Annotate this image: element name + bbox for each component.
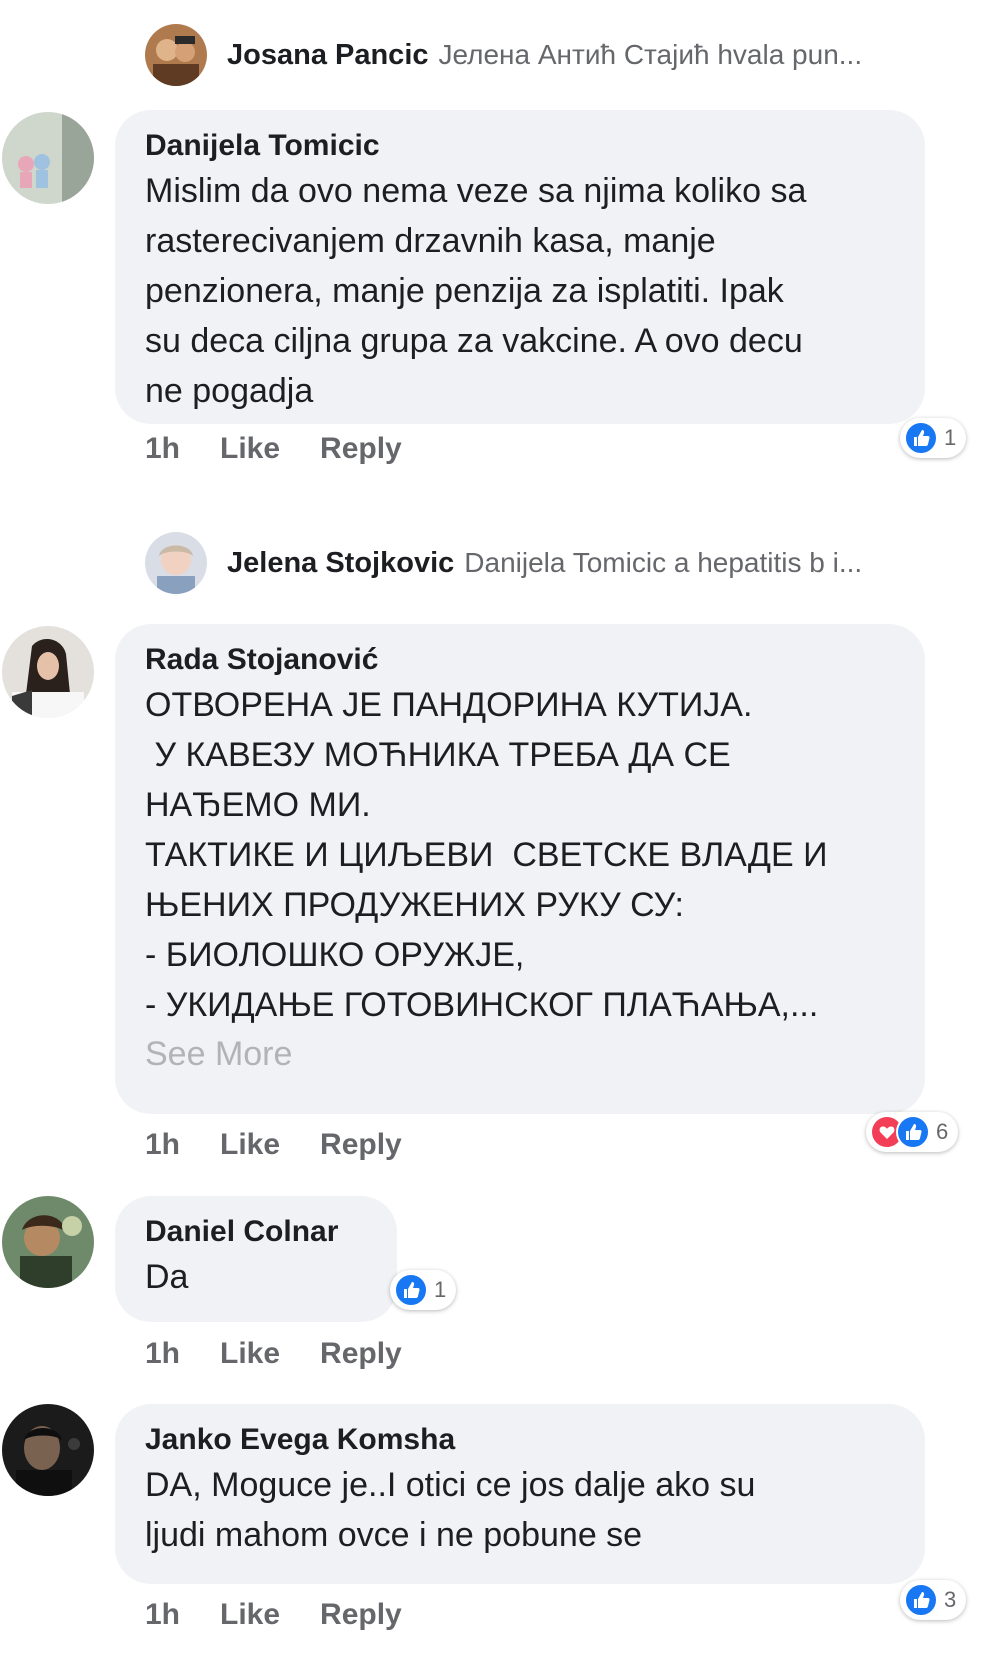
avatar[interactable]: [2, 1404, 94, 1496]
comment-text-line: У КАВЕЗУ МОЋНИКА ТРЕБА ДА СЕ: [145, 736, 731, 774]
see-more-link[interactable]: See More: [145, 1030, 895, 1078]
comment-text-line: НАЂЕМО МИ.: [145, 786, 371, 824]
like-button[interactable]: Like: [220, 1128, 280, 1162]
comment-text-line: Da: [145, 1258, 189, 1296]
comment-author[interactable]: Daniel Colnar: [145, 1212, 377, 1252]
avatar[interactable]: [145, 24, 207, 86]
avatar[interactable]: [2, 1196, 94, 1288]
avatar[interactable]: [2, 112, 94, 204]
comment-author[interactable]: Danijela Tomicic: [145, 126, 895, 166]
like-icon: [896, 1115, 930, 1149]
comment-text-line: ne pogadja: [145, 372, 314, 410]
timestamp[interactable]: 1h: [145, 1128, 180, 1162]
comment-bubble: Janko Evega Komsha DA, Moguce je..I otic…: [115, 1404, 925, 1584]
timestamp[interactable]: 1h: [145, 432, 180, 466]
reply-author[interactable]: Jelena Stojkovic: [227, 547, 454, 580]
reaction-count: 1: [944, 425, 957, 450]
comment-bubble: Daniel Colnar Da: [115, 1196, 397, 1322]
like-icon: [904, 421, 938, 455]
reaction-count: 3: [944, 1587, 957, 1612]
comment-text-line: - БИОЛОШКО ОРУЖЈЕ,: [145, 936, 525, 974]
comment-actions: 1h Like Reply: [145, 1337, 402, 1371]
reaction-summary[interactable]: 1: [900, 418, 967, 458]
reply-preview[interactable]: Јелена Антић Стајић hvala pun...: [439, 39, 863, 71]
like-icon: [394, 1273, 428, 1307]
reply-row-jelena-stojkovic[interactable]: Jelena Stojkovic Danijela Tomicic a hepa…: [145, 530, 862, 596]
comment-text-line: ОТВОРЕНА ЈЕ ПАНДОРИНА КУТИЈА.: [145, 686, 753, 724]
reply-preview[interactable]: Danijela Tomicic a hepatitis b i...: [464, 547, 862, 579]
comment-text-line: Mislim da ovo nema veze sa njima koliko …: [145, 172, 807, 210]
comment-actions: 1h Like Reply: [145, 432, 402, 466]
like-button[interactable]: Like: [220, 1337, 280, 1371]
comment-text-line: su deca ciljna grupa za vakcine. A ovo d…: [145, 322, 803, 360]
comment-actions: 1h Like Reply: [145, 1598, 402, 1632]
reaction-summary[interactable]: 3: [900, 1580, 967, 1620]
reply-button[interactable]: Reply: [320, 1337, 402, 1371]
like-button[interactable]: Like: [220, 1598, 280, 1632]
comment-text-line: rasterecivanjem drzavnih kasa, manje: [145, 222, 716, 260]
comment-text-line: ЊЕНИХ ПРОДУЖЕНИХ РУКУ СУ:: [145, 886, 684, 924]
comment-bubble: Rada Stojanović ОТВОРЕНА ЈЕ ПАНДОРИНА КУ…: [115, 624, 925, 1114]
comment-author[interactable]: Rada Stojanović: [145, 640, 895, 680]
timestamp[interactable]: 1h: [145, 1598, 180, 1632]
timestamp[interactable]: 1h: [145, 1337, 180, 1371]
reaction-summary[interactable]: 1: [390, 1270, 457, 1310]
reply-author[interactable]: Josana Pancic: [227, 39, 429, 72]
comment-text-line: ljudi mahom ovce i ne pobune se: [145, 1516, 643, 1554]
comment-author[interactable]: Janko Evega Komsha: [145, 1420, 895, 1460]
avatar[interactable]: [2, 626, 94, 718]
reply-row-josana-pancic[interactable]: Josana Pancic Јелена Антић Стајић hvala …: [145, 22, 862, 88]
reply-button[interactable]: Reply: [320, 1128, 402, 1162]
avatar[interactable]: [145, 532, 207, 594]
like-icon: [904, 1583, 938, 1617]
reaction-count: 1: [434, 1277, 447, 1302]
reply-button[interactable]: Reply: [320, 432, 402, 466]
comment-text-line: penzionera, manje penzija za isplatiti. …: [145, 272, 784, 310]
reaction-summary[interactable]: 6: [866, 1112, 959, 1152]
reply-button[interactable]: Reply: [320, 1598, 402, 1632]
comment-bubble: Danijela Tomicic Mislim da ovo nema veze…: [115, 110, 925, 424]
like-button[interactable]: Like: [220, 432, 280, 466]
comment-text-line: - УКИДАЊЕ ГОТОВИНСКОГ ПЛАЋАЊА,...: [145, 986, 819, 1024]
comment-text-line: DA, Moguce je..I otici ce jos dalje ako …: [145, 1466, 756, 1504]
comment-actions: 1h Like Reply: [145, 1128, 402, 1162]
reaction-count: 6: [936, 1119, 949, 1144]
comment-text-line: ТАКТИКЕ И ЦИЉЕВИ СВЕТСКЕ ВЛАДЕ И: [145, 836, 828, 874]
